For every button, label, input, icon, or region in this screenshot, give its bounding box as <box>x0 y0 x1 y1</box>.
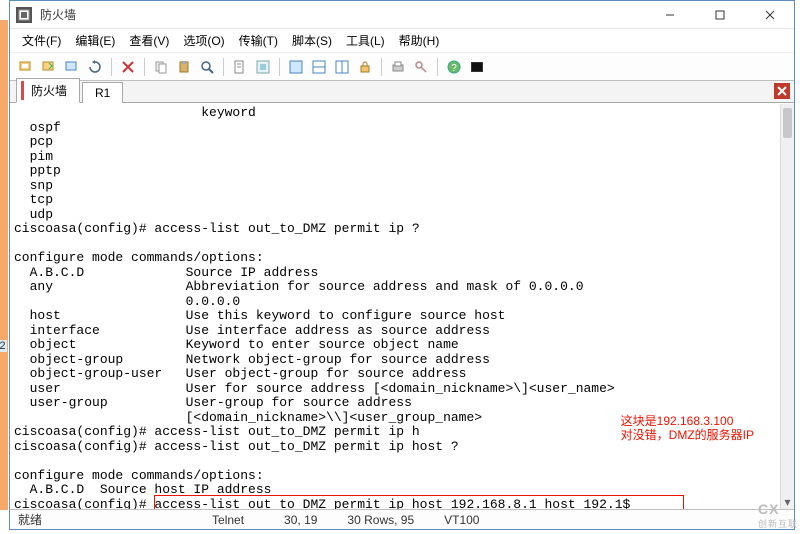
toolbar-view2-icon[interactable] <box>309 57 329 77</box>
minimize-button[interactable] <box>654 5 686 25</box>
app-window: 防火墙 文件(F) 编辑(E) 查看(V) 选项(O) 传输(T) 脚本(S) … <box>9 0 795 530</box>
menu-edit[interactable]: 编辑(E) <box>69 29 121 52</box>
toolbar-copy-icon[interactable] <box>151 57 171 77</box>
annotation-note: 这块是192.168.3.100 对没错，DMZ的服务器IP <box>621 414 754 442</box>
toolbar-sep <box>279 58 280 76</box>
maximize-button[interactable] <box>704 5 736 25</box>
status-ready: 就绪 <box>18 511 42 528</box>
editor-gutter: 2 <box>0 20 8 510</box>
toolbar-help-icon[interactable]: ? <box>444 57 464 77</box>
scrollbar-thumb[interactable] <box>783 108 792 138</box>
menu-bar: 文件(F) 编辑(E) 查看(V) 选项(O) 传输(T) 脚本(S) 工具(L… <box>10 29 794 53</box>
status-emulation: VT100 <box>444 513 479 527</box>
tab-r1[interactable]: R1 <box>82 82 123 103</box>
menu-tool[interactable]: 工具(L) <box>340 29 391 52</box>
watermark: CX创新互联 <box>758 501 798 530</box>
terminal-area: keyword ospf pcp pim pptp snp tcp udp ci… <box>10 103 794 509</box>
toolbar-props-icon[interactable] <box>230 57 250 77</box>
terminal-output[interactable]: keyword ospf pcp pim pptp snp tcp udp ci… <box>10 104 780 509</box>
vertical-scrollbar[interactable]: ▾ <box>780 104 794 509</box>
toolbar-sep <box>223 58 224 76</box>
title-bar: 防火墙 <box>10 1 794 29</box>
toolbar-connect-icon[interactable] <box>16 57 36 77</box>
toolbar-key-icon[interactable] <box>411 57 431 77</box>
toolbar-options-icon[interactable] <box>253 57 273 77</box>
menu-transfer[interactable]: 传输(T) <box>233 29 284 52</box>
toolbar-view3-icon[interactable] <box>332 57 352 77</box>
toolbar-quickconnect-icon[interactable] <box>39 57 59 77</box>
toolbar-disconnect-icon[interactable] <box>118 57 138 77</box>
toolbar: ? <box>10 53 794 81</box>
toolbar-lock-icon[interactable] <box>355 57 375 77</box>
close-tab-button[interactable] <box>774 83 790 99</box>
tab-strip: 防火墙 R1 <box>10 81 794 103</box>
toolbar-paste-icon[interactable] <box>174 57 194 77</box>
status-dims: 30 Rows, 95 <box>347 513 414 527</box>
menu-option[interactable]: 选项(O) <box>177 29 230 52</box>
menu-help[interactable]: 帮助(H) <box>393 29 446 52</box>
status-cursor: 30, 19 <box>284 513 317 527</box>
toolbar-sep <box>144 58 145 76</box>
toolbar-sep <box>381 58 382 76</box>
tab-firewall[interactable]: 防火墙 <box>16 78 80 103</box>
svg-text:?: ? <box>451 63 457 74</box>
status-protocol: Telnet <box>212 513 244 527</box>
menu-view[interactable]: 查看(V) <box>123 29 175 52</box>
toolbar-sep <box>111 58 112 76</box>
app-icon <box>16 7 32 23</box>
toolbar-view1-icon[interactable] <box>286 57 306 77</box>
toolbar-hosts-icon[interactable] <box>62 57 82 77</box>
menu-script[interactable]: 脚本(S) <box>286 29 338 52</box>
close-button[interactable] <box>754 5 786 25</box>
menu-file[interactable]: 文件(F) <box>16 29 67 52</box>
toolbar-find-icon[interactable] <box>197 57 217 77</box>
toolbar-reconnect-icon[interactable] <box>85 57 105 77</box>
status-bar: 就绪 Telnet 30, 19 30 Rows, 95 VT100 <box>10 509 794 529</box>
toolbar-sep <box>437 58 438 76</box>
window-title: 防火墙 <box>40 6 76 23</box>
toolbar-printer-icon[interactable] <box>388 57 408 77</box>
toolbar-cmd-icon[interactable] <box>467 57 487 77</box>
